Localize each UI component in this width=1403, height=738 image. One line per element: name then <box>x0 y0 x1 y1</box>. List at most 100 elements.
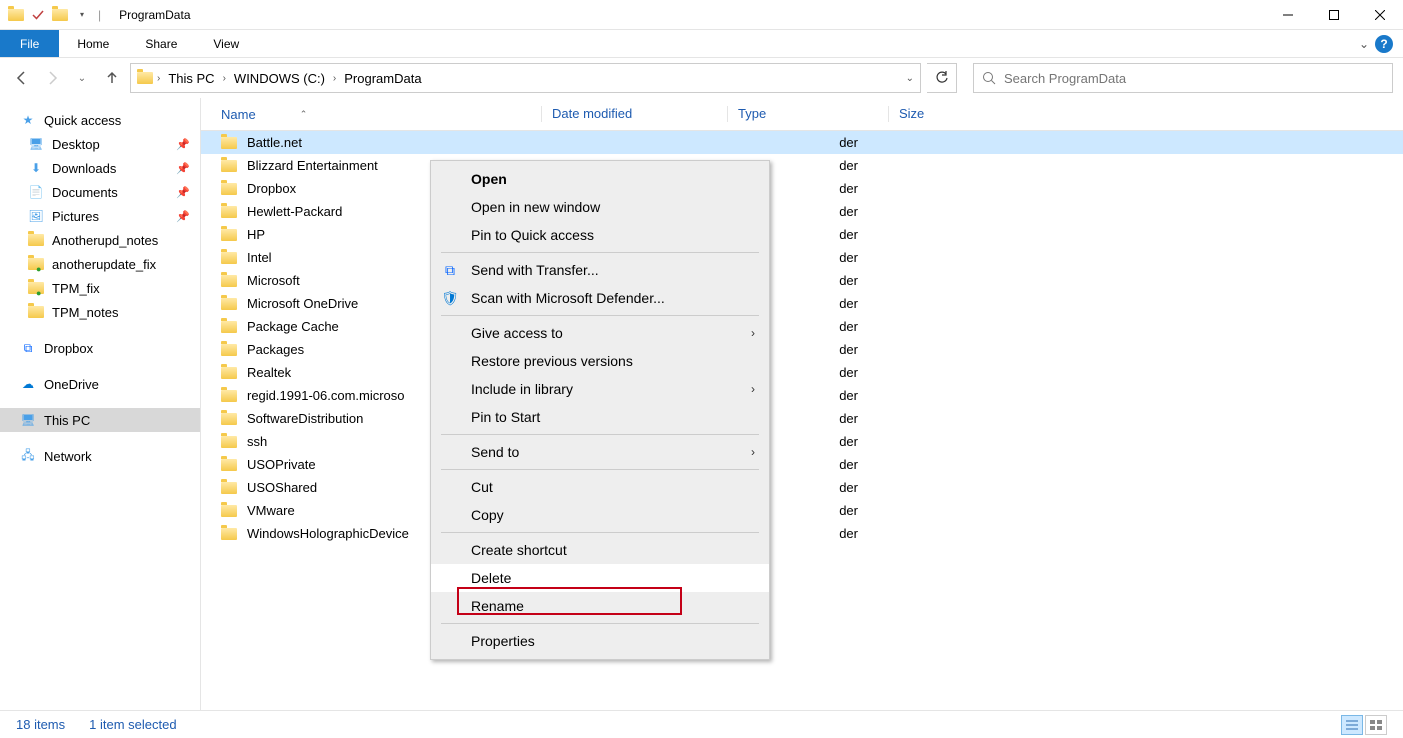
sidebar-item[interactable]: 🖼Pictures📌 <box>0 204 200 228</box>
column-headers: Name⌃ Date modified Type Size <box>201 98 1403 131</box>
view-details-button[interactable] <box>1341 715 1363 735</box>
ctx-open-new-window[interactable]: Open in new window <box>431 193 769 221</box>
ctx-pin-start[interactable]: Pin to Start <box>431 403 769 431</box>
column-type[interactable]: Type <box>738 106 888 122</box>
address-bar[interactable]: › This PC › WINDOWS (C:) › ProgramData ⌄ <box>130 63 921 93</box>
address-dropdown-icon[interactable]: ⌄ <box>906 73 914 84</box>
file-row[interactable]: Battle.netder <box>201 131 1403 154</box>
sidebar-item[interactable]: ⬇Downloads📌 <box>0 156 200 180</box>
search-box[interactable] <box>973 63 1393 93</box>
ribbon-file-tab[interactable]: File <box>0 30 59 57</box>
file-row[interactable]: USOPrivateder <box>201 453 1403 476</box>
sidebar-item-label: Documents <box>52 185 118 200</box>
ctx-open[interactable]: Open <box>431 165 769 193</box>
sidebar-network[interactable]: 🖧 Network <box>0 444 200 468</box>
file-row[interactable]: sshder <box>201 430 1403 453</box>
ribbon-tab-view[interactable]: View <box>195 30 257 57</box>
sidebar-item[interactable]: 📄Documents📌 <box>0 180 200 204</box>
pictures-icon: 🖼 <box>28 208 44 224</box>
ctx-properties[interactable]: Properties <box>431 627 769 655</box>
ctx-scan-defender[interactable]: 🛡Scan with Microsoft Defender... <box>431 284 769 312</box>
breadcrumb-drive[interactable]: WINDOWS (C:) <box>230 71 329 86</box>
ribbon-tab-home[interactable]: Home <box>59 30 127 57</box>
folder-icon <box>221 482 247 494</box>
file-row[interactable]: Hewlett-Packardder <box>201 200 1403 223</box>
view-large-icons-button[interactable] <box>1365 715 1387 735</box>
ctx-copy[interactable]: Copy <box>431 501 769 529</box>
refresh-button[interactable] <box>927 63 957 93</box>
column-label: Name <box>221 107 256 122</box>
column-name[interactable]: Name⌃ <box>221 106 541 122</box>
qat-dropdown-icon[interactable]: ▾ <box>74 7 90 23</box>
recent-dropdown-icon[interactable]: ⌄ <box>70 66 94 90</box>
ctx-include-library[interactable]: Include in library› <box>431 375 769 403</box>
file-name: Battle.net <box>247 135 541 150</box>
ctx-create-shortcut[interactable]: Create shortcut <box>431 536 769 564</box>
forward-button[interactable] <box>40 66 64 90</box>
sidebar-this-pc[interactable]: 🖥 This PC <box>0 408 200 432</box>
file-row[interactable]: SoftwareDistributionder <box>201 407 1403 430</box>
file-row[interactable]: HPder <box>201 223 1403 246</box>
help-icon[interactable]: ? <box>1375 35 1393 53</box>
app-folder-icon <box>8 7 24 23</box>
file-row[interactable]: USOSharedder <box>201 476 1403 499</box>
sidebar-dropbox[interactable]: ⧉ Dropbox <box>0 336 200 360</box>
search-icon <box>982 71 996 85</box>
sidebar-item[interactable]: 🖥Desktop📌 <box>0 132 200 156</box>
breadcrumb-folder[interactable]: ProgramData <box>340 71 425 86</box>
breadcrumb-sep[interactable]: › <box>333 73 336 84</box>
qat-folder-icon[interactable] <box>52 7 68 23</box>
ctx-restore-previous[interactable]: Restore previous versions <box>431 347 769 375</box>
breadcrumb-sep[interactable]: › <box>157 73 160 84</box>
sidebar-item-label: Downloads <box>52 161 116 176</box>
column-date[interactable]: Date modified <box>552 106 727 122</box>
file-row[interactable]: regid.1991-06.com.microsoder <box>201 384 1403 407</box>
ribbon-expand-icon[interactable]: ⌄ <box>1359 37 1369 51</box>
file-row[interactable]: Microsoft OneDriveder <box>201 292 1403 315</box>
minimize-button[interactable] <box>1265 0 1311 30</box>
back-button[interactable] <box>10 66 34 90</box>
ctx-give-access[interactable]: Give access to› <box>431 319 769 347</box>
maximize-button[interactable] <box>1311 0 1357 30</box>
sidebar-label: Dropbox <box>44 341 93 356</box>
ribbon-tab-share[interactable]: Share <box>127 30 195 57</box>
breadcrumb-this-pc[interactable]: This PC <box>164 71 218 86</box>
sidebar-label: This PC <box>44 413 90 428</box>
breadcrumb-sep[interactable]: › <box>223 73 226 84</box>
sidebar-onedrive[interactable]: ☁ OneDrive <box>0 372 200 396</box>
folder-icon <box>28 232 44 248</box>
ctx-rename[interactable]: Rename <box>431 592 769 620</box>
sidebar-item[interactable]: Anotherupd_notes <box>0 228 200 252</box>
folder-icon <box>221 206 247 218</box>
sidebar-quick-access[interactable]: ★ Quick access <box>0 108 200 132</box>
file-row[interactable]: WindowsHolographicDeviceder <box>201 522 1403 545</box>
close-button[interactable] <box>1357 0 1403 30</box>
file-row[interactable]: VMwareder <box>201 499 1403 522</box>
file-row[interactable]: Packagesder <box>201 338 1403 361</box>
file-row[interactable]: Realtekder <box>201 361 1403 384</box>
ribbon: File Home Share View ⌄ ? <box>0 30 1403 58</box>
pin-icon: 📌 <box>176 162 190 175</box>
ctx-send-transfer[interactable]: ⧉Send with Transfer... <box>431 256 769 284</box>
ctx-cut[interactable]: Cut <box>431 473 769 501</box>
file-row[interactable]: Microsoftder <box>201 269 1403 292</box>
ctx-send-to[interactable]: Send to› <box>431 438 769 466</box>
ctx-pin-quick-access[interactable]: Pin to Quick access <box>431 221 769 249</box>
folder-icon <box>221 183 247 195</box>
file-row[interactable]: Blizzard Entertainmentder <box>201 154 1403 177</box>
qat-properties-icon[interactable] <box>30 7 46 23</box>
file-row[interactable]: Dropboxder <box>201 177 1403 200</box>
search-input[interactable] <box>1004 71 1384 86</box>
ctx-label: Scan with Microsoft Defender... <box>471 290 665 306</box>
column-size[interactable]: Size <box>899 106 979 122</box>
ctx-delete[interactable]: Delete <box>431 564 769 592</box>
up-button[interactable] <box>100 66 124 90</box>
file-row[interactable]: Package Cacheder <box>201 315 1403 338</box>
file-row[interactable]: Intelder <box>201 246 1403 269</box>
sidebar-item[interactable]: TPM_notes <box>0 300 200 324</box>
sidebar-item[interactable]: ●anotherupdate_fix <box>0 252 200 276</box>
sidebar-item-label: TPM_notes <box>52 305 118 320</box>
folder-icon <box>221 413 247 425</box>
sidebar-item[interactable]: ●TPM_fix <box>0 276 200 300</box>
desktop-icon: 🖥 <box>28 136 44 152</box>
